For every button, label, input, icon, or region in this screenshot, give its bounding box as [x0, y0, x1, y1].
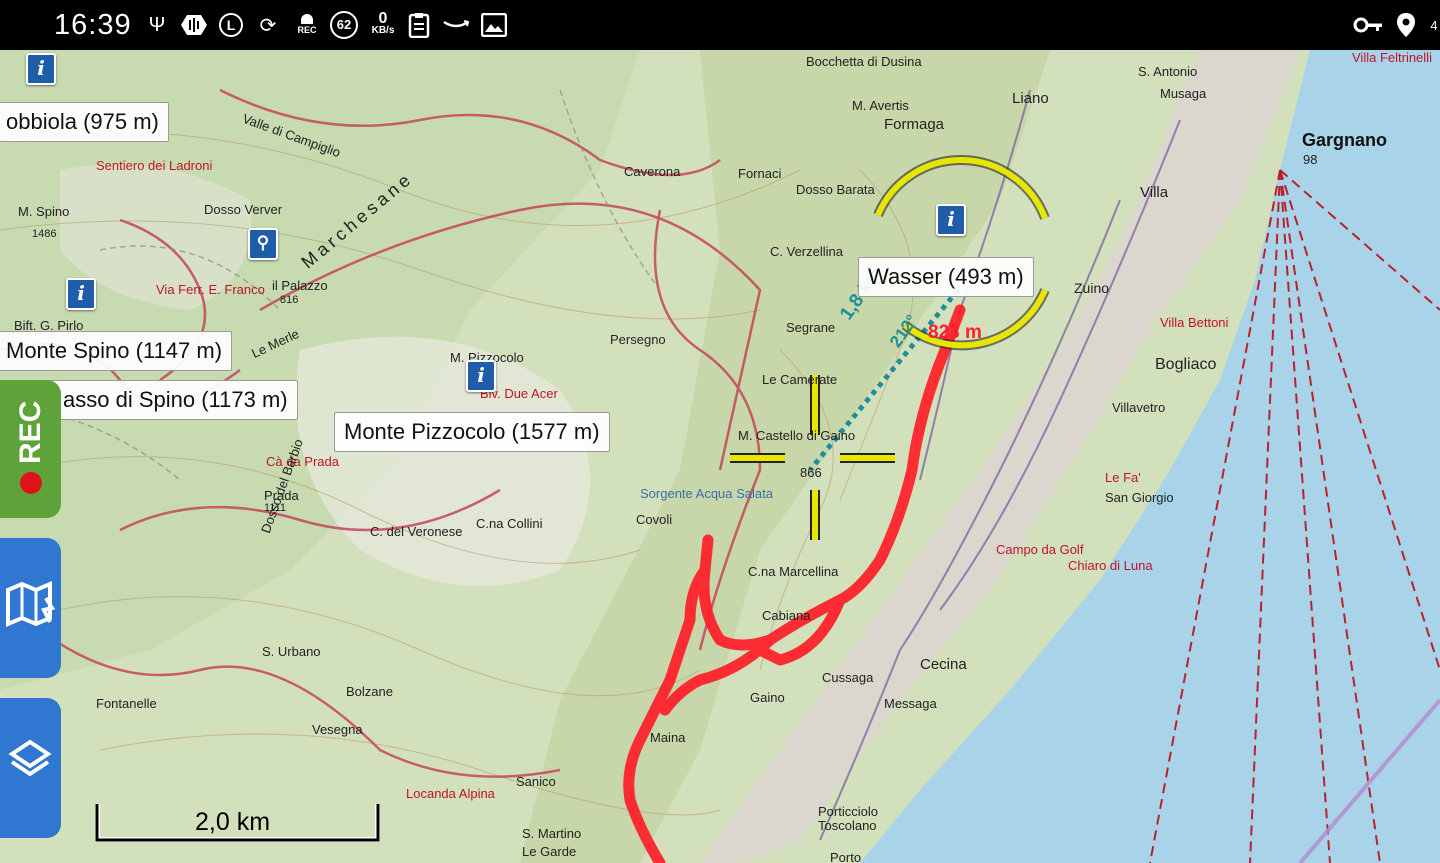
poi-ca-da-prada: Cà da Prada [266, 454, 339, 469]
trail-sentiero-ladroni: Sentiero dei Ladroni [96, 158, 213, 173]
info-icon[interactable]: i [26, 53, 56, 85]
place-c-veronese: C. del Veronese [370, 524, 463, 539]
place-fontanelle: Fontanelle [96, 696, 157, 711]
alt-gargnano: 98 [1303, 152, 1318, 167]
location-icon [1394, 10, 1418, 40]
peak-castello: M. Castello di Gaino [738, 428, 856, 443]
place-palazzo-alt: 816 [280, 294, 299, 306]
place-dosso-barata: Dosso Barata [796, 182, 875, 197]
place-gaino: Gaino [750, 690, 785, 705]
place-porticciolo: Porticciolo [818, 804, 878, 819]
peak-m-spino-alt: 1486 [32, 228, 57, 240]
poi-sorgente: Sorgente Acqua Salata [640, 486, 773, 501]
place-fornaci: Fornaci [738, 166, 782, 181]
place-covoli: Covoli [636, 512, 673, 527]
place-bocchetta: Bocchetta di Dusina [806, 54, 922, 69]
network-speed: 0 KB/s [371, 10, 395, 37]
peak-m-spino: M. Spino [18, 204, 70, 219]
layers-icon [8, 739, 52, 777]
place-villa: Villa [1140, 184, 1169, 201]
place-palazzo: il Palazzo [272, 278, 328, 293]
place-caverona: Caverona [624, 164, 681, 179]
amazon-icon [442, 10, 470, 40]
info-icon[interactable]: i [936, 204, 966, 236]
place-c-verzellina: C. Verzellina [770, 244, 843, 259]
image-icon [480, 10, 508, 40]
map-mode-icon [6, 580, 56, 628]
place-formaga: Formaga [884, 116, 945, 133]
poi-le-fa: Le Fa' [1105, 470, 1141, 485]
town-gargnano: Gargnano [1302, 130, 1388, 150]
place-label[interactable]: obbiola (975 m) [0, 102, 169, 142]
place-toscolano: Toscolano [818, 818, 877, 833]
rec-label: REC [14, 400, 47, 464]
place-c-marcellina: C.na Marcellina [748, 564, 839, 579]
place-c-collini: C.na Collini [476, 516, 543, 531]
measure-altitude: 823 m [928, 322, 982, 343]
clipboard-icon [406, 10, 432, 40]
place-bolzane: Bolzane [346, 684, 393, 699]
map-view[interactable]: Gargnano 98 Bogliaco Villa Bettoni Villa… [0, 50, 1440, 863]
place-persegno: Persegno [610, 332, 666, 347]
letter-badge-icon: L [218, 10, 244, 40]
place-liano: Liano [1012, 90, 1049, 107]
place-maina: Maina [650, 730, 686, 745]
place-label[interactable]: Monte Pizzocolo (1577 m) [334, 412, 610, 452]
place-villavetro: Villavetro [1112, 400, 1166, 415]
poi-campo-golf: Campo da Golf [996, 542, 1084, 557]
layers-button[interactable] [0, 698, 61, 838]
rec-button[interactable]: REC [0, 380, 61, 518]
map-mode-button[interactable] [0, 538, 61, 678]
poi-villa-bettoni: Villa Bettoni [1160, 315, 1229, 330]
place-musaga: Musaga [1160, 86, 1207, 101]
sync-icon: ⟳ [259, 14, 277, 37]
notification-count: 62 [330, 10, 358, 40]
place-label[interactable]: Monte Spino (1147 m) [0, 331, 233, 371]
place-s-antonio: S. Antonio [1138, 64, 1198, 79]
place-cecina: Cecina [920, 656, 967, 673]
place-m-avertis: M. Avertis [852, 98, 909, 113]
place-vesegna: Vesegna [312, 722, 363, 737]
place-segrane: Segrane [786, 320, 836, 335]
place-san-giorgio: San Giorgio [1105, 490, 1174, 505]
status-bar: 16:39 Ψ L ⟳ REC 62 0 KB/s 4 [0, 0, 1440, 50]
rec-icon: REC [294, 10, 320, 40]
battery-digit: 4 [1430, 17, 1438, 33]
town-bogliaco: Bogliaco [1155, 356, 1217, 373]
place-s-urbano: S. Urbano [262, 644, 321, 659]
place-messaga: Messaga [884, 696, 937, 711]
scale-label: 2,0 km [195, 808, 271, 836]
place-zuino: Zuino [1074, 280, 1110, 296]
place-dosso-verver: Dosso Verver [204, 202, 283, 217]
search-icon[interactable]: ⚲ [248, 228, 278, 260]
record-dot-icon [20, 472, 42, 494]
place-cussaga: Cussaga [822, 670, 874, 685]
map-canvas [0, 50, 1440, 863]
place-label-target[interactable]: Wasser (493 m) [858, 257, 1034, 297]
info-icon[interactable]: i [66, 278, 96, 310]
place-s-martino: S. Martino [522, 826, 582, 841]
poi-villa-feltrinelli: Villa Feltrinelli [1352, 50, 1432, 65]
poi-chiaro-di-luna: Chiaro di Luna [1068, 558, 1153, 573]
place-porto: Porto [830, 850, 862, 863]
trail-via-ferrata: Via Ferr. E. Franco [156, 282, 265, 297]
status-time: 16:39 [54, 9, 132, 41]
place-le-camerate: Le Camerate [762, 372, 838, 387]
place-sanico: Sanico [516, 774, 556, 789]
scale-bar: 2,0 km [94, 804, 381, 843]
voicemail-icon [180, 10, 208, 40]
info-icon[interactable]: i [466, 360, 496, 392]
place-le-garde: Le Garde [522, 844, 577, 859]
peak-castello-alt: 866 [800, 465, 822, 480]
poi-locanda-alpina: Locanda Alpina [406, 786, 495, 801]
key-icon [1352, 10, 1384, 40]
place-cabiana: Cabiana [762, 608, 811, 623]
usb-icon: Ψ [148, 13, 166, 36]
